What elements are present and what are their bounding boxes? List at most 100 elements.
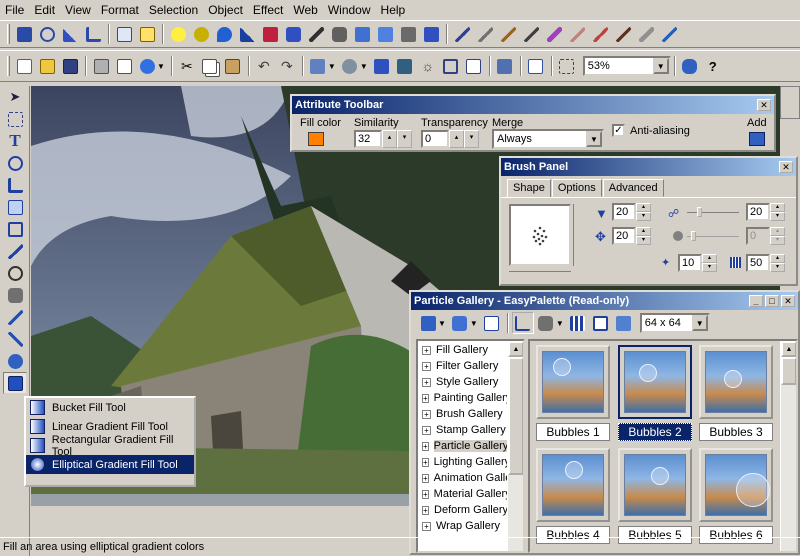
magic-wand-icon[interactable] xyxy=(59,23,81,45)
tree-item[interactable]: + Painting Gallery xyxy=(418,390,508,406)
text-tool-icon[interactable]: T xyxy=(3,130,27,152)
menu-file[interactable]: File xyxy=(0,0,29,20)
menu-object[interactable]: Object xyxy=(203,0,248,20)
spacing-value[interactable]: 50 xyxy=(746,254,770,272)
chevron-down-icon[interactable]: ▼ xyxy=(328,62,336,71)
tree-item[interactable]: + Particle Gallery xyxy=(418,438,508,454)
object-tool-icon[interactable] xyxy=(3,350,27,372)
layers-icon[interactable] xyxy=(494,55,516,77)
document-icon[interactable] xyxy=(463,55,485,77)
save-icon[interactable] xyxy=(59,55,81,77)
scroll-up-icon[interactable]: ▲ xyxy=(781,341,796,357)
pick-tool-icon[interactable]: ➤ xyxy=(3,86,27,108)
attribute-toolbar-title[interactable]: Attribute Toolbar ✕ xyxy=(292,96,774,114)
flyout-item[interactable]: Rectangular Gradient Fill Tool xyxy=(26,434,194,458)
pen-icon[interactable] xyxy=(305,23,327,45)
print-preview-icon[interactable] xyxy=(113,55,135,77)
retouch-tool-icon[interactable] xyxy=(3,196,27,218)
help-icon[interactable]: ? xyxy=(702,55,724,77)
close-icon[interactable]: ✕ xyxy=(781,295,795,307)
expand-icon[interactable]: + xyxy=(422,425,431,435)
tree-item[interactable]: + Filter Gallery xyxy=(418,358,508,374)
expand-icon[interactable]: + xyxy=(422,393,429,403)
toolbar-grip[interactable] xyxy=(7,24,10,44)
web-icon[interactable] xyxy=(679,55,701,77)
gallery-item[interactable]: Bubbles 5 xyxy=(618,448,692,544)
gallery-thumbnail[interactable] xyxy=(618,448,692,522)
add-icon[interactable] xyxy=(749,132,765,146)
thumb-scroll-thumb[interactable] xyxy=(781,357,796,385)
menu-effect[interactable]: Effect xyxy=(248,0,288,20)
merge-select[interactable]: Always ▼ xyxy=(492,129,604,149)
path-tool-icon[interactable] xyxy=(3,328,27,350)
flyout-item[interactable]: Elliptical Gradient Fill Tool xyxy=(26,455,194,474)
fill-color-swatch[interactable] xyxy=(308,132,324,146)
cut-icon[interactable]: ✂ xyxy=(176,55,198,77)
transform-tool-icon[interactable] xyxy=(3,218,27,240)
copy-icon[interactable] xyxy=(199,55,221,77)
density-spinner[interactable]: 10 ▴ ▾ xyxy=(678,254,717,272)
gallery-tree-icon[interactable] xyxy=(511,312,534,334)
browser-preview-icon[interactable] xyxy=(136,55,158,77)
antialias-checkbox[interactable]: ✓ xyxy=(612,124,625,137)
open-folder-icon[interactable] xyxy=(36,55,58,77)
paint-tool-icon[interactable] xyxy=(3,306,27,328)
gallery-grid-icon[interactable] xyxy=(567,312,589,334)
brush-icon[interactable] xyxy=(497,23,519,45)
tree-item[interactable]: + Stamp Gallery xyxy=(418,422,508,438)
gallery-item[interactable]: Bubbles 6 xyxy=(699,448,773,544)
crayon-icon[interactable] xyxy=(520,23,542,45)
menu-format[interactable]: Format xyxy=(96,0,144,20)
scroll-up-icon[interactable]: ▲ xyxy=(508,341,523,357)
new-file-icon[interactable] xyxy=(13,55,35,77)
size-spinner[interactable]: 20 ▴ ▾ xyxy=(612,203,651,221)
expand-icon[interactable]: + xyxy=(422,505,430,515)
tab-advanced[interactable]: Advanced xyxy=(602,179,664,197)
transform-icon[interactable] xyxy=(13,23,35,45)
chevron-down-icon[interactable]: ▼ xyxy=(470,319,478,328)
expand-icon[interactable]: + xyxy=(422,521,431,531)
gallery-item[interactable]: Bubbles 3 xyxy=(699,345,773,441)
pencil-icon[interactable] xyxy=(451,23,473,45)
bucket-icon[interactable] xyxy=(259,23,281,45)
frame-icon[interactable] xyxy=(440,55,462,77)
gallery-copy-icon[interactable] xyxy=(481,312,503,334)
stamp-icon[interactable] xyxy=(397,23,419,45)
menu-web[interactable]: Web xyxy=(288,0,322,20)
softness-slider-thumb[interactable] xyxy=(697,207,702,217)
tree-item[interactable]: + Material Gallery xyxy=(418,486,508,502)
selection-tool-icon[interactable] xyxy=(3,108,27,130)
chevron-down-icon[interactable]: ▼ xyxy=(586,131,602,147)
gallery-thumbnail[interactable] xyxy=(536,448,610,522)
chalk-icon[interactable] xyxy=(635,23,657,45)
tube-icon[interactable] xyxy=(658,23,680,45)
bulb-dark-icon[interactable] xyxy=(190,23,212,45)
rotation-value[interactable]: 20 xyxy=(612,227,636,245)
clone-icon[interactable] xyxy=(474,23,496,45)
tree-item[interactable]: + Brush Gallery xyxy=(418,406,508,422)
softness-spinner[interactable]: 20 ▴ ▾ xyxy=(746,203,785,221)
menu-selection[interactable]: Selection xyxy=(144,0,203,20)
transparency-spinner[interactable]: 0 ▴ ▾ xyxy=(421,130,479,148)
expand-icon[interactable]: + xyxy=(422,361,431,371)
gallery-detail-icon[interactable] xyxy=(590,312,612,334)
tree-item[interactable]: + Style Gallery xyxy=(418,374,508,390)
rotation-spinner[interactable]: 20 ▴ ▾ xyxy=(612,227,651,245)
smudge-icon[interactable] xyxy=(282,23,304,45)
arrange-icon[interactable] xyxy=(307,55,329,77)
thumb-scrollbar[interactable]: ▲ xyxy=(780,341,796,551)
gallery-hand-icon[interactable] xyxy=(535,312,557,334)
bulb-icon[interactable] xyxy=(167,23,189,45)
gallery-thumbnail[interactable] xyxy=(699,345,773,419)
airbrush-icon[interactable] xyxy=(566,23,588,45)
align-icon[interactable] xyxy=(371,55,393,77)
sun-icon[interactable]: ☼ xyxy=(417,55,439,77)
chevron-down-icon[interactable]: ▼ xyxy=(157,62,165,71)
gallery-item[interactable]: Bubbles 1 xyxy=(536,345,610,441)
density-value[interactable]: 10 xyxy=(678,254,702,272)
brush-panel-title[interactable]: Brush Panel ✕ xyxy=(501,158,796,176)
brush-set-icon[interactable] xyxy=(351,23,373,45)
maximize-icon[interactable]: □ xyxy=(765,295,779,307)
similarity-value[interactable]: 32 xyxy=(354,130,382,148)
size-value[interactable]: 20 xyxy=(612,203,636,221)
